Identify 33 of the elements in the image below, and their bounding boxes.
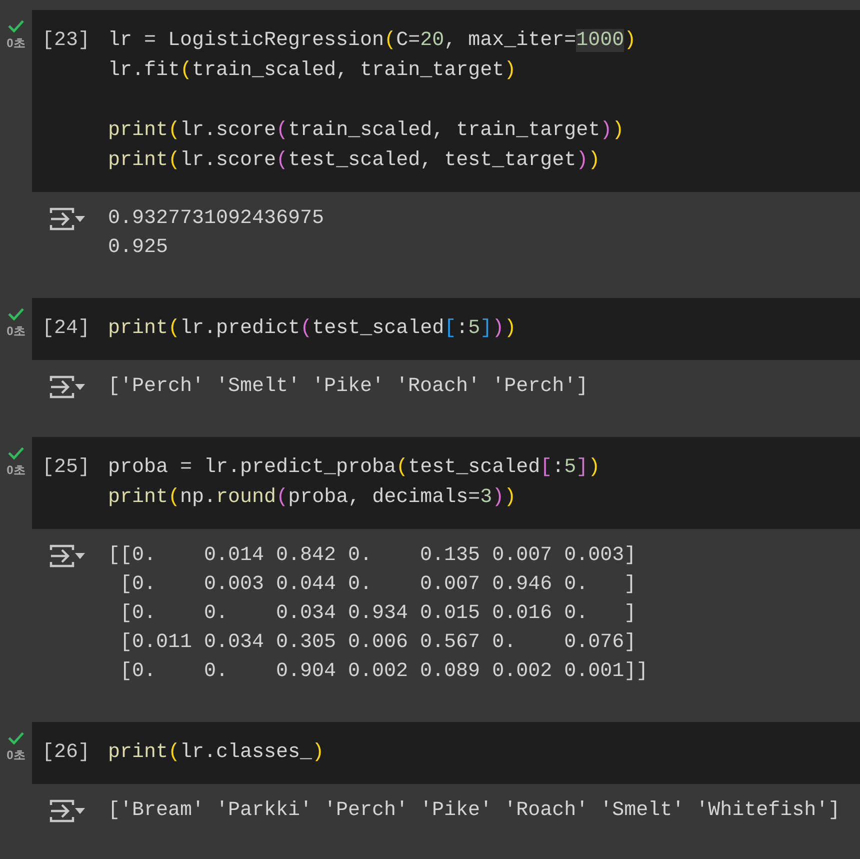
execution-time: 0초 [6, 35, 26, 51]
code-line: print(lr.score(test_scaled, test_target)) [108, 148, 602, 174]
code-line: proba = lr.predict_proba(test_scaled[:5]) [108, 455, 600, 481]
output-toggle-icon[interactable] [48, 375, 86, 399]
output-toggle-icon[interactable] [48, 799, 86, 823]
output-toggle-icon[interactable] [48, 207, 86, 231]
output-line: [0. 0. 0.904 0.002 0.089 0.002 0.001]] [119, 659, 648, 685]
code-line: print(lr.classes_) [108, 740, 324, 766]
code-line: lr = LogisticRegression(C=20, max_iter=1000) [108, 28, 636, 54]
execution-time: 0초 [6, 747, 26, 763]
code-line: lr.fit(train_scaled, train_target) [108, 58, 518, 84]
output-line: 0.925 [108, 235, 170, 261]
output-line: ['Perch' 'Smelt' 'Pike' 'Roach' 'Perch'] [108, 374, 588, 400]
execution-time: 0초 [6, 462, 26, 478]
code-cell[interactable]: [25] proba = lr.predict_proba(test_scaled[:5]) print(np.round(proba, decimals=3)) [32, 437, 860, 529]
execution-count: [25] [42, 455, 92, 481]
code-line: print(lr.score(train_scaled, train_target)) [108, 118, 626, 144]
output-line: 0.9327731092436975 [108, 206, 324, 232]
execution-count: [23] [42, 28, 92, 54]
code-cell[interactable]: [23] lr = LogisticRegression(C=20, max_iter=1000) lr.fit(train_scaled, train_target) print(lr.score(train_scaled, train_target)) print(lr.score(test_scaled, test_target)) [32, 10, 860, 192]
output-line: [[0. 0.014 0.842 0. 0.135 0.007 0.003] [108, 543, 638, 569]
code-line: print(np.round(proba, decimals=3)) [108, 485, 518, 511]
execution-time: 0초 [6, 323, 26, 339]
code-line: print(lr.predict(test_scaled[:5])) [108, 316, 516, 342]
output-line: [0.011 0.034 0.305 0.006 0.567 0. 0.076] [119, 630, 638, 656]
code-cell[interactable]: [24] print(lr.predict(test_scaled[:5])) [32, 298, 860, 360]
output-toggle-icon[interactable] [48, 544, 86, 568]
code-cell[interactable]: [26] print(lr.classes_) [32, 722, 860, 784]
output-line: [0. 0. 0.034 0.934 0.015 0.016 0. ] [119, 601, 638, 627]
execution-count: [26] [42, 740, 92, 766]
execution-count: [24] [42, 316, 92, 342]
output-line: [0. 0.003 0.044 0. 0.007 0.946 0. ] [119, 572, 638, 598]
output-line: ['Bream' 'Parkki' 'Perch' 'Pike' 'Roach' 'Smelt' 'Whitefish'] [108, 798, 840, 824]
